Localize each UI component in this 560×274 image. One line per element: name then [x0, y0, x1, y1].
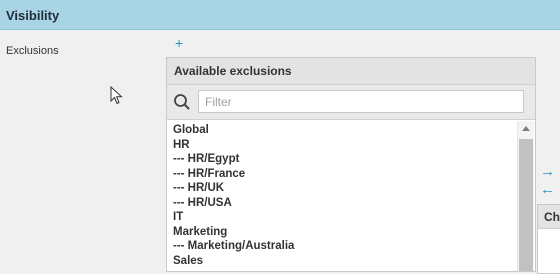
list-item[interactable]: IT — [173, 210, 513, 225]
exclusions-list: Global HR --- HR/Egypt --- HR/France ---… — [173, 123, 513, 268]
scrollbar-thumb[interactable] — [519, 139, 533, 271]
chosen-exclusions-title: Ch — [538, 205, 560, 229]
mouse-cursor-icon — [110, 86, 123, 105]
search-icon — [174, 94, 190, 110]
list-item[interactable]: --- HR/USA — [173, 196, 513, 211]
add-exclusion-plus-icon[interactable]: + — [175, 36, 183, 50]
list-item[interactable]: --- Marketing/Australia — [173, 239, 513, 254]
filter-input[interactable] — [198, 90, 524, 113]
available-exclusions-panel: Available exclusions Global HR --- HR/Eg… — [166, 57, 536, 272]
section-header: Visibility — [0, 0, 560, 30]
list-item[interactable]: HR — [173, 138, 513, 153]
chosen-exclusions-panel: Ch — [537, 204, 560, 274]
list-item[interactable]: Marketing — [173, 225, 513, 240]
scroll-up-arrow-icon[interactable] — [522, 126, 530, 131]
move-left-arrow-icon[interactable]: ← — [540, 182, 555, 197]
exclusions-list-container: Global HR --- HR/Egypt --- HR/France ---… — [167, 121, 535, 271]
list-item[interactable]: --- HR/France — [173, 167, 513, 182]
section-title: Visibility — [6, 8, 60, 23]
list-item[interactable]: Global — [173, 123, 513, 138]
list-scrollbar[interactable] — [517, 121, 534, 271]
filter-bar — [167, 85, 535, 120]
list-item[interactable]: --- HR/UK — [173, 181, 513, 196]
list-item[interactable]: Sales — [173, 254, 513, 269]
list-item[interactable]: --- HR/Egypt — [173, 152, 513, 167]
move-right-arrow-icon[interactable]: → — [540, 164, 555, 179]
available-exclusions-title: Available exclusions — [167, 58, 535, 85]
exclusions-label: Exclusions — [6, 45, 59, 57]
